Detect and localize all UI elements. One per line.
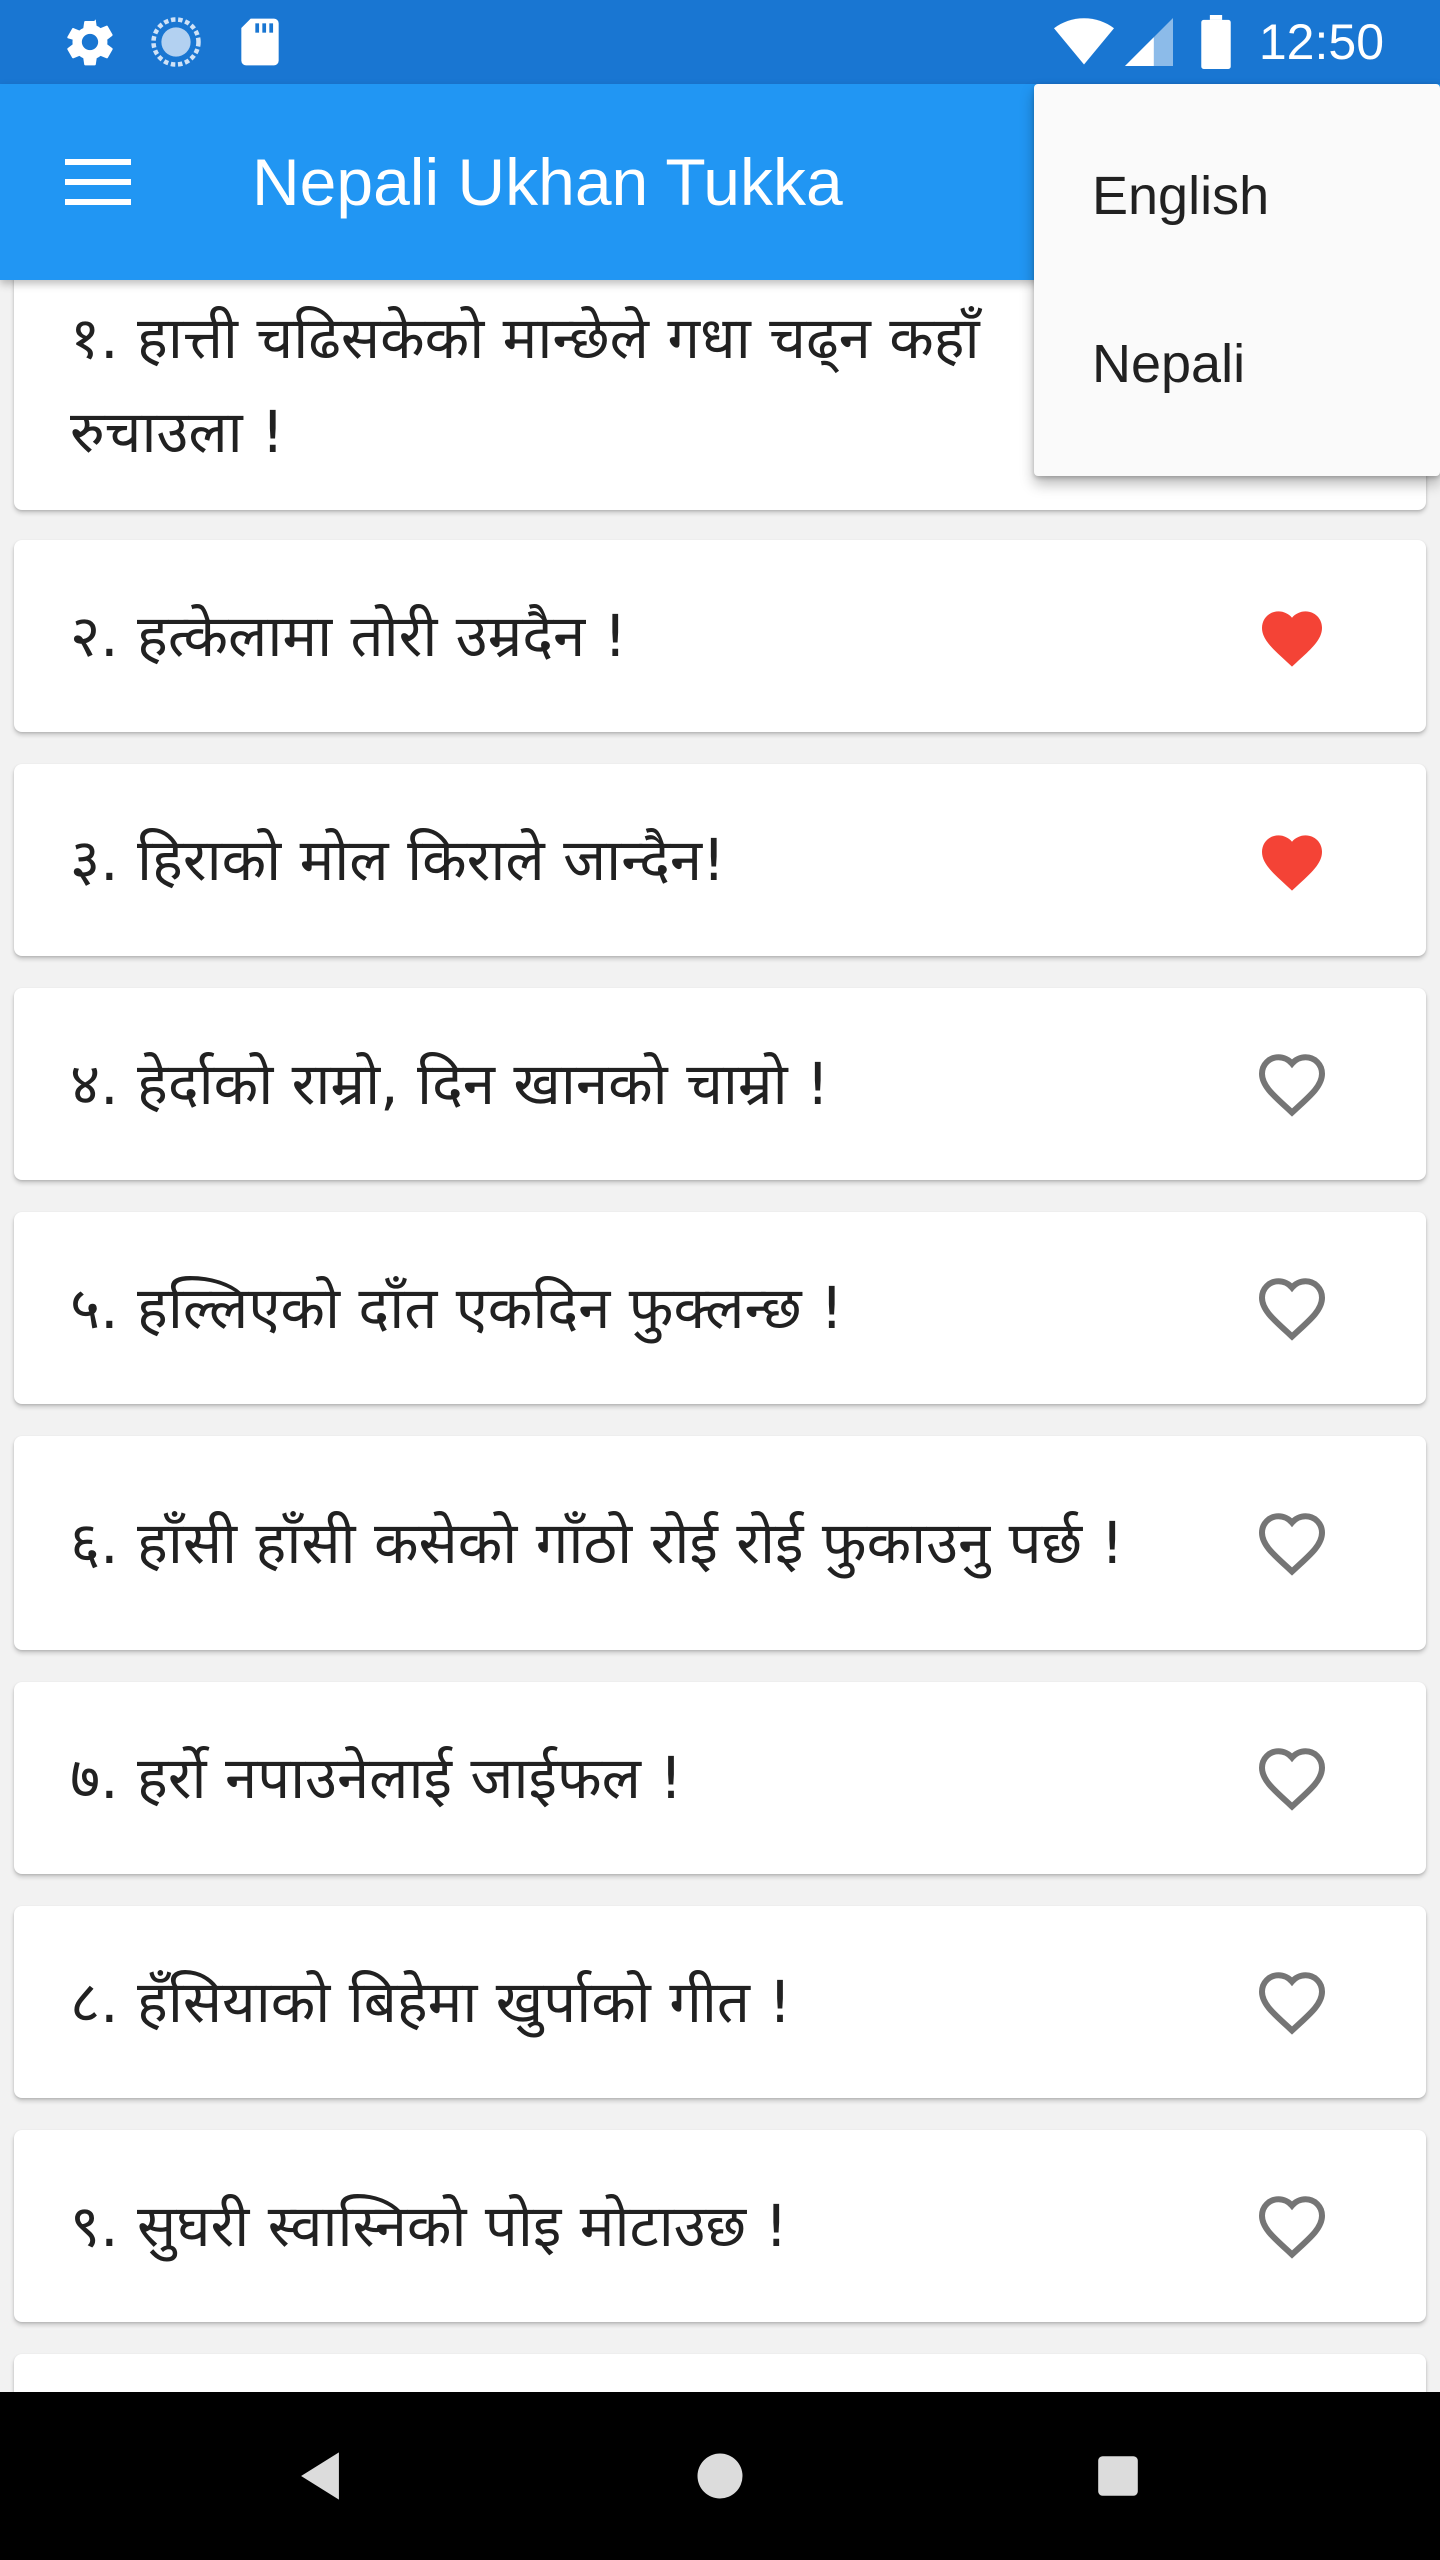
app-title: Nepali Ukhan Tukka (252, 145, 843, 219)
back-icon[interactable] (270, 2426, 370, 2526)
proverb-card-2[interactable]: २. हत्केलामा तोरी उम्रदैन ! (14, 540, 1426, 732)
heart-outline-icon[interactable] (1242, 1258, 1342, 1358)
heart-outline-icon[interactable] (1242, 1493, 1342, 1593)
sd-card-icon (232, 14, 288, 70)
proverb-list[interactable]: १. हात्ती चढिसकेको मान्छेले गधा चढ्न कहा… (0, 280, 1440, 2392)
proverb-text: ५. हल्लिएको दाँत एकदिन फुक्लन्छ ! (70, 1274, 844, 1342)
proverb-text: ३. हिराको मोल किराले जान्दैन! (70, 826, 726, 894)
recents-icon[interactable] (1068, 2426, 1168, 2526)
proverb-card-8[interactable]: ८. हँसियाको बिहेमा खुर्पाको गीत ! (14, 1906, 1426, 2098)
menu-item-english[interactable]: English (1034, 112, 1440, 280)
status-bar: 12:50 (0, 0, 1440, 84)
menu-item-nepali[interactable]: Nepali (1034, 280, 1440, 448)
proverb-card-4[interactable]: ४. हेर्दाको राम्रो, दिन खानको चाम्रो ! (14, 988, 1426, 1180)
language-popup-menu: English Nepali (1034, 84, 1440, 476)
home-icon[interactable] (670, 2426, 770, 2526)
wifi-icon (1052, 14, 1116, 70)
heart-outline-icon[interactable] (1242, 1728, 1342, 1828)
proverb-text: २. हत्केलामा तोरी उम्रदैन ! (70, 602, 627, 670)
navigation-bar (0, 2392, 1440, 2560)
heart-outline-icon[interactable] (1242, 1952, 1342, 2052)
hamburger-menu-icon[interactable] (44, 138, 152, 226)
heart-outline-icon[interactable] (1242, 1034, 1342, 1134)
settings-icon (60, 14, 120, 70)
battery-icon (1198, 14, 1234, 70)
proverb-card-3[interactable]: ३. हिराको मोल किराले जान्दैन! (14, 764, 1426, 956)
proverb-text: ९. सुघरी स्वास्निको पोइ मोटाउछ ! (70, 2192, 788, 2260)
signal-icon (1124, 14, 1174, 70)
proverb-card-7[interactable]: ७. हर्रो नपाउनेलाई जाईफल ! (14, 1682, 1426, 1874)
proverb-card-6[interactable]: ६. हाँसी हाँसी कसेको गाँठो रोई रोई फुकाउ… (14, 1436, 1426, 1650)
proverb-text: ४. हेर्दाको राम्रो, दिन खानको चाम्रो ! (70, 1050, 830, 1118)
heart-outline-icon[interactable] (1242, 2176, 1342, 2276)
proverb-card-5[interactable]: ५. हल्लिएको दाँत एकदिन फुक्लन्छ ! (14, 1212, 1426, 1404)
proverb-card-9[interactable]: ९. सुघरी स्वास्निको पोइ मोटाउछ ! (14, 2130, 1426, 2322)
proverb-card-partial[interactable] (14, 2354, 1426, 2392)
status-time: 12:50 (1258, 14, 1384, 70)
heart-filled-icon[interactable] (1242, 586, 1342, 686)
sync-icon (146, 14, 206, 70)
proverb-text: १. हात्ती चढिसकेको मान्छेले गधा चढ्न कहा… (70, 304, 980, 466)
heart-filled-icon[interactable] (1242, 810, 1342, 910)
proverb-text: ६. हाँसी हाँसी कसेको गाँठो रोई रोई फुकाउ… (70, 1509, 1124, 1577)
proverb-text: ७. हर्रो नपाउनेलाई जाईफल ! (70, 1744, 683, 1812)
proverb-text: ८. हँसियाको बिहेमा खुर्पाको गीत ! (70, 1968, 792, 2036)
